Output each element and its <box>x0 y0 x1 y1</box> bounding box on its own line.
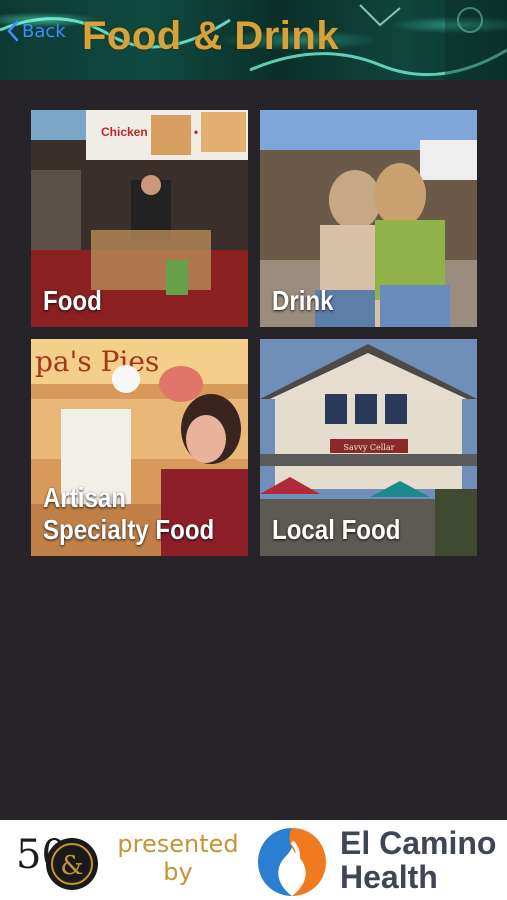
back-button[interactable]: Back <box>6 18 66 44</box>
presented-by-text: presented by <box>117 830 239 886</box>
sponsor-footer: 50 & presented by El Camino Health <box>0 820 507 900</box>
header-bar: Back Food & Drink <box>0 0 507 80</box>
tile-label: Food <box>43 285 102 316</box>
tile-label: Artisan Specialty Food <box>43 482 215 545</box>
tile-food[interactable]: Chicken • Lamb • Falafel Food <box>31 110 248 327</box>
page-title: Food & Drink <box>82 14 340 58</box>
el-camino-health-logo-icon <box>258 828 326 896</box>
back-label: Back <box>22 20 66 42</box>
tile-label: Local Food <box>272 514 401 545</box>
tile-drink[interactable]: Drink <box>260 110 477 327</box>
shop-sign-text: Savvy Cellar <box>344 443 395 452</box>
chevron-left-icon <box>7 20 19 42</box>
tile-local-food[interactable]: Savvy Cellar Local Food <box>260 339 477 556</box>
tile-label: Drink <box>272 285 334 316</box>
sponsor-name: El Camino Health <box>340 825 497 895</box>
pies-sign-text: pa's Pies <box>35 345 159 378</box>
tile-artisan-specialty-food[interactable]: pa's Pies Artisan Specialty Food <box>31 339 248 556</box>
fifty-anniversary-logo: 50 & <box>16 832 98 890</box>
ampersand-icon: & <box>60 851 83 881</box>
